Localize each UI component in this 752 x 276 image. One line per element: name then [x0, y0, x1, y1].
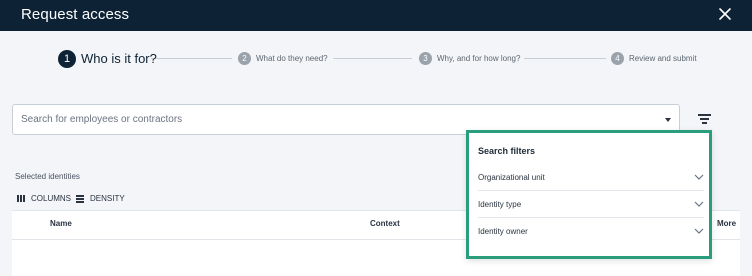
density-label: DENSITY [90, 194, 125, 203]
filter-label: Identity type [478, 200, 522, 209]
search-filters-panel: Search filters Organizational unit Ident… [466, 130, 712, 259]
search-placeholder: Search for employees or contractors [21, 114, 183, 125]
filter-identity-owner[interactable]: Identity owner [478, 219, 704, 245]
dialog-title: Request access [21, 6, 130, 23]
step-2-label: What do they need? [256, 54, 328, 63]
search-filters-title: Search filters [478, 146, 536, 156]
chevron-down-icon [694, 201, 704, 207]
column-header-more[interactable]: More [717, 219, 736, 228]
density-button[interactable]: DENSITY [76, 194, 126, 204]
step-4-label: Review and submit [629, 54, 697, 63]
filter-divider [478, 190, 704, 191]
step-3-number: 3 [419, 52, 432, 65]
filter-identity-type[interactable]: Identity type [478, 192, 704, 218]
step-3-label: Why, and for how long? [437, 54, 521, 63]
filter-organizational-unit[interactable]: Organizational unit [478, 165, 704, 191]
columns-label: COLUMNS [31, 194, 72, 203]
step-2-number: 2 [238, 52, 251, 65]
filter-icon[interactable] [698, 114, 711, 125]
step-connector [151, 58, 232, 59]
step-1-label: Who is it for? [81, 51, 157, 66]
filter-label: Organizational unit [478, 173, 545, 182]
step-connector [333, 58, 412, 59]
chevron-down-icon [694, 174, 704, 180]
step-4-number: 4 [611, 52, 624, 65]
dialog-header: Request access [0, 0, 752, 31]
step-1-number: 1 [58, 50, 76, 68]
filter-divider [478, 217, 704, 218]
column-header-context[interactable]: Context [370, 219, 400, 228]
chevron-down-icon [694, 228, 704, 234]
selected-identities-label: Selected identities [15, 172, 80, 181]
caret-down-icon[interactable] [665, 118, 671, 122]
column-header-name[interactable]: Name [50, 219, 72, 228]
step-connector [524, 58, 606, 59]
close-icon[interactable] [718, 6, 732, 22]
filter-label: Identity owner [478, 227, 528, 236]
columns-button[interactable]: COLUMNS [17, 194, 72, 204]
